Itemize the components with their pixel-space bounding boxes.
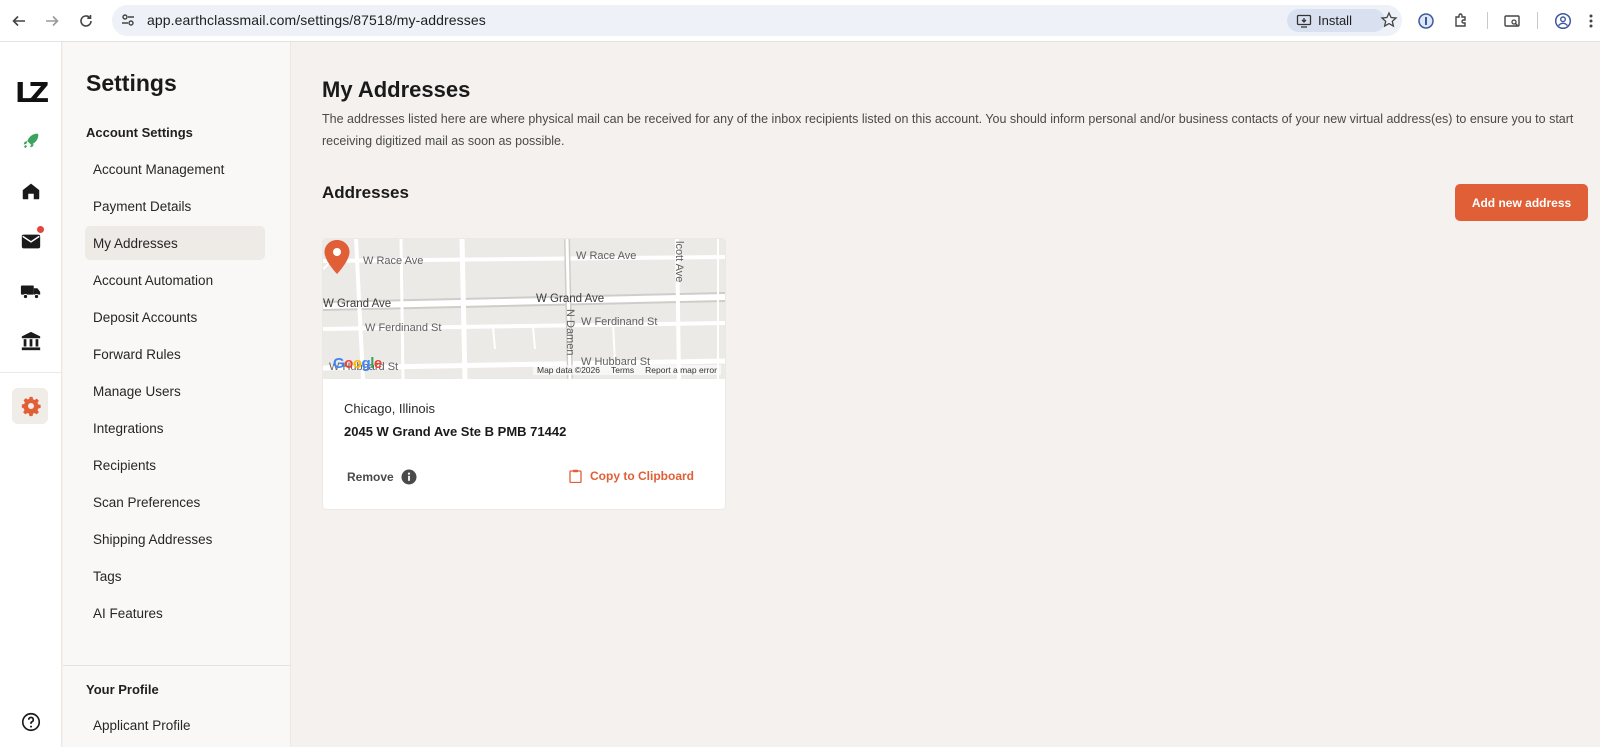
map-pin-icon[interactable] [323, 239, 351, 275]
clipboard-icon [569, 469, 582, 483]
map-label-grand-right: W Grand Ave [536, 293, 605, 305]
toolbar-separator [1537, 12, 1538, 29]
map-label-race-left: W Race Ave [363, 255, 424, 267]
sidebar-item-applicant-profile[interactable]: Applicant Profile [85, 708, 265, 742]
map-data-text: Map data ©2026 [537, 365, 600, 375]
map-label-ferdinand-right: W Ferdinand St [581, 316, 658, 328]
truck-icon[interactable] [19, 279, 43, 303]
profile-icon[interactable] [1553, 11, 1573, 31]
google-logo: Google [333, 355, 382, 372]
address-map[interactable]: W Race Ave W Race Ave W Grand Ave W Gran… [323, 239, 725, 379]
sidebar-item-ai-features[interactable]: AI Features [85, 596, 265, 630]
sidebar-item-account-management[interactable]: Account Management [85, 152, 265, 186]
settings-title: Settings [86, 70, 177, 96]
tab-search-icon[interactable] [1502, 11, 1522, 31]
addresses-heading: Addresses [322, 183, 409, 202]
map-label-wolcott: lcott Ave [673, 241, 685, 283]
map-attribution: Map data ©2026 Terms Report a map error [533, 365, 721, 375]
home-icon[interactable] [19, 179, 43, 203]
map-label-race-right: W Race Ave [576, 250, 637, 262]
address-line: 2045 W Grand Ave Ste B PMB 71442 [344, 424, 567, 439]
your-profile-heading: Your Profile [86, 682, 159, 697]
map-label-ferdinand-left: W Ferdinand St [365, 322, 442, 334]
reload-icon[interactable] [74, 9, 98, 33]
sidebar-item-deposit-accounts[interactable]: Deposit Accounts [85, 300, 265, 334]
copy-to-clipboard-button[interactable]: Copy to Clipboard [569, 469, 694, 483]
sidebar-divider [63, 665, 291, 666]
toolbar-separator [1487, 12, 1488, 29]
extensions-puzzle-icon[interactable] [1451, 11, 1471, 31]
remove-address-button[interactable]: Remove [347, 470, 394, 484]
bank-icon[interactable] [19, 329, 43, 353]
map-report-link[interactable]: Report a map error [645, 365, 717, 375]
rail-divider [0, 372, 62, 373]
forward-icon[interactable] [40, 9, 64, 33]
main-content: My Addresses The addresses listed here a… [292, 42, 1600, 747]
browser-menu-icon[interactable] [1585, 11, 1597, 31]
sidebar-item-shipping-addresses[interactable]: Shipping Addresses [85, 522, 265, 556]
sidebar-item-account-automation[interactable]: Account Automation [85, 263, 265, 297]
sidebar-item-my-addresses[interactable]: My Addresses [85, 226, 265, 260]
sidebar-item-scan-preferences[interactable]: Scan Preferences [85, 485, 265, 519]
sidebar-item-forward-rules[interactable]: Forward Rules [85, 337, 265, 371]
back-icon[interactable] [7, 9, 31, 33]
help-icon[interactable] [19, 710, 43, 734]
browser-toolbar: app.earthclassmail.com/settings/87518/my… [0, 0, 1600, 42]
sidebar-item-integrations[interactable]: Integrations [85, 411, 265, 445]
map-label-grand-left: W Grand Ave [323, 298, 392, 310]
rocket-icon[interactable] [19, 129, 43, 153]
info-icon[interactable] [401, 469, 417, 485]
sidebar-item-recipients[interactable]: Recipients [85, 448, 265, 482]
install-icon [1296, 14, 1312, 28]
sidebar-item-manage-users[interactable]: Manage Users [85, 374, 265, 408]
brand-logo[interactable]: LZ [15, 76, 49, 109]
sidebar-item-tags[interactable]: Tags [85, 559, 265, 593]
settings-sidebar: Settings Account Settings Account Manage… [63, 42, 291, 747]
sidebar-item-payment-details[interactable]: Payment Details [85, 189, 265, 223]
add-new-address-button[interactable]: Add new address [1455, 184, 1588, 221]
address-city: Chicago, Illinois [344, 401, 436, 416]
install-button[interactable]: Install [1287, 9, 1385, 32]
address-bar[interactable]: app.earthclassmail.com/settings/87518/my… [112, 5, 1402, 36]
app-rail: LZ [0, 42, 62, 747]
install-label: Install [1318, 13, 1352, 28]
url-text[interactable]: app.earthclassmail.com/settings/87518/my… [147, 12, 486, 28]
notification-dot [37, 226, 44, 233]
bookmark-star-icon[interactable] [1380, 11, 1398, 29]
map-terms-link[interactable]: Terms [611, 365, 634, 375]
page-description: The addresses listed here are where phys… [322, 112, 1574, 148]
address-card: W Race Ave W Race Ave W Grand Ave W Gran… [322, 238, 726, 510]
gear-icon[interactable] [19, 394, 43, 418]
map-label-damen: N Damen [564, 309, 576, 356]
page-title: My Addresses [322, 77, 471, 102]
copy-label: Copy to Clipboard [590, 469, 694, 483]
password-manager-icon[interactable] [1416, 11, 1436, 31]
account-settings-heading: Account Settings [86, 125, 193, 140]
site-settings-icon[interactable] [120, 12, 136, 28]
